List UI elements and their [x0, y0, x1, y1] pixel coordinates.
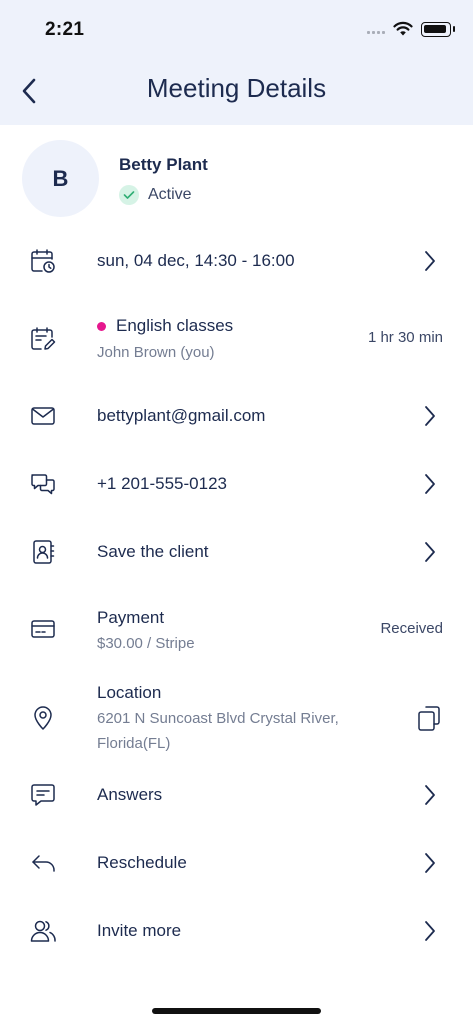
row-reschedule[interactable]: Reschedule	[0, 832, 473, 894]
payment-amount: $30.00 / Stripe	[97, 635, 195, 652]
payment-title: Payment	[97, 608, 165, 627]
class-color-dot	[97, 322, 106, 331]
contact-book-icon	[28, 537, 58, 567]
header: 2:21 Meeting Details	[0, 0, 473, 125]
class-name: English classes	[116, 316, 234, 335]
row-email[interactable]: bettyplant@gmail.com	[0, 386, 473, 448]
map-pin-icon	[28, 703, 58, 733]
message-square-icon	[28, 780, 58, 810]
invite-more-text: Invite more	[97, 921, 182, 940]
row-payment: Payment $30.00 / Stripe Received	[0, 596, 473, 666]
avatar: B	[22, 140, 99, 217]
copy-icon	[418, 706, 440, 731]
status-time: 2:21	[45, 19, 85, 40]
wifi-icon	[393, 21, 413, 36]
datetime-text: sun, 04 dec, 14:30 - 16:00	[97, 251, 295, 270]
cellular-signal-icon	[367, 31, 385, 34]
chat-bubbles-icon	[28, 469, 58, 499]
location-address-line2: Florida(FL)	[97, 735, 171, 752]
row-invite-more[interactable]: Invite more	[0, 900, 473, 962]
answers-text: Answers	[97, 785, 163, 804]
chevron-right-icon	[420, 402, 440, 430]
location-title: Location	[97, 683, 162, 702]
status-badge: Active	[148, 186, 192, 203]
battery-icon	[421, 22, 455, 37]
row-location: Location 6201 N Suncoast Blvd Crystal Ri…	[0, 676, 473, 764]
reply-arrow-icon	[28, 848, 58, 878]
chevron-right-icon	[420, 538, 440, 566]
chevron-right-icon	[420, 470, 440, 498]
row-answers[interactable]: Answers	[0, 764, 473, 826]
reschedule-text: Reschedule	[97, 853, 187, 872]
client-name: Betty Plant	[119, 155, 208, 174]
chevron-right-icon	[420, 917, 440, 945]
users-icon	[28, 916, 58, 946]
row-datetime[interactable]: sun, 04 dec, 14:30 - 16:00	[0, 230, 473, 292]
status-bar: 2:21	[0, 0, 473, 60]
location-address-line1: 6201 N Suncoast Blvd Crystal River,	[97, 710, 339, 727]
chevron-right-icon	[420, 781, 440, 809]
home-indicator	[152, 1008, 321, 1014]
calendar-edit-icon	[28, 324, 58, 354]
copy-address-button[interactable]	[414, 704, 444, 732]
duration-text: 1 hr 30 min	[367, 329, 443, 346]
calendar-clock-icon	[28, 246, 58, 276]
chevron-right-icon	[420, 247, 440, 275]
host-name: John Brown (you)	[97, 344, 215, 361]
row-save-client[interactable]: Save the client	[0, 522, 473, 584]
payment-status: Received	[380, 620, 443, 637]
page-title: Meeting Details	[146, 73, 327, 103]
chevron-right-icon	[420, 849, 440, 877]
mail-icon	[28, 401, 58, 431]
check-icon	[119, 185, 139, 205]
row-phone[interactable]: +1 201-555-0123	[0, 454, 473, 516]
credit-card-icon	[28, 614, 58, 644]
save-client-text: Save the client	[97, 542, 209, 561]
client-profile: B Betty Plant Active	[0, 125, 473, 225]
phone-text: +1 201-555-0123	[97, 474, 227, 493]
row-class: English classes John Brown (you) 1 hr 30…	[0, 305, 473, 375]
email-text: bettyplant@gmail.com	[97, 406, 266, 425]
avatar-initial: B	[52, 165, 69, 191]
